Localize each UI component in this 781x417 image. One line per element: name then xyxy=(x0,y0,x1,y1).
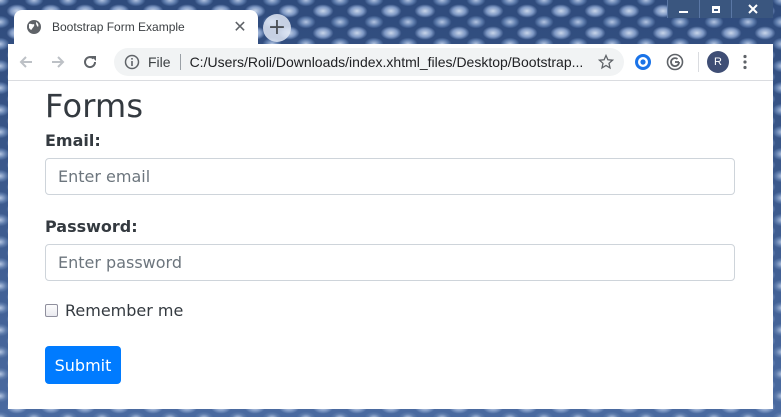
bookmark-star-icon[interactable] xyxy=(598,54,614,70)
remember-me-row: Remember me xyxy=(45,301,183,320)
submit-button[interactable]: Submit xyxy=(45,346,121,384)
browser-menu-button[interactable] xyxy=(735,49,755,75)
forward-arrow-icon xyxy=(52,56,65,68)
email-field[interactable] xyxy=(45,158,735,195)
extension-g-button[interactable] xyxy=(662,49,688,75)
browser-toolbar: File C:/Users/Roli/Downloads/index.xhtml… xyxy=(8,44,773,81)
extension-a-button[interactable] xyxy=(630,49,656,75)
info-icon[interactable] xyxy=(124,54,140,70)
email-label: Email: xyxy=(45,131,101,150)
scheme-label: File xyxy=(148,54,171,70)
address-bar[interactable]: File C:/Users/Roli/Downloads/index.xhtml… xyxy=(114,48,624,76)
reload-button[interactable] xyxy=(76,48,104,76)
tab-close-icon[interactable]: ✕ xyxy=(232,19,248,35)
forward-button[interactable] xyxy=(44,48,72,76)
tab-title: Bootstrap Form Example xyxy=(52,20,185,34)
remember-me-checkbox[interactable] xyxy=(45,304,58,317)
reload-icon xyxy=(84,56,97,69)
omnibox-separator xyxy=(179,54,181,70)
page-title: Forms xyxy=(45,87,144,125)
password-label: Password: xyxy=(45,217,138,236)
new-tab-button[interactable]: + xyxy=(263,14,291,42)
toolbar-separator xyxy=(698,52,699,72)
extension-a-icon xyxy=(635,54,651,70)
back-arrow-icon xyxy=(19,56,32,68)
back-button[interactable] xyxy=(12,48,40,76)
browser-window: Bootstrap Form Example ✕ + File C:/Users… xyxy=(8,8,773,409)
page-content: Forms Email: Password: Remember me Submi… xyxy=(8,81,773,409)
extension-g-icon xyxy=(666,53,684,71)
url-text[interactable]: C:/Users/Roli/Downloads/index.xhtml_file… xyxy=(190,54,598,70)
password-field[interactable] xyxy=(45,244,735,281)
tab-bootstrap-form[interactable]: Bootstrap Form Example ✕ xyxy=(14,10,258,44)
globe-icon xyxy=(27,20,41,34)
remember-me-label[interactable]: Remember me xyxy=(65,301,183,320)
more-vert-icon xyxy=(743,54,747,70)
profile-avatar[interactable]: R xyxy=(707,51,729,73)
